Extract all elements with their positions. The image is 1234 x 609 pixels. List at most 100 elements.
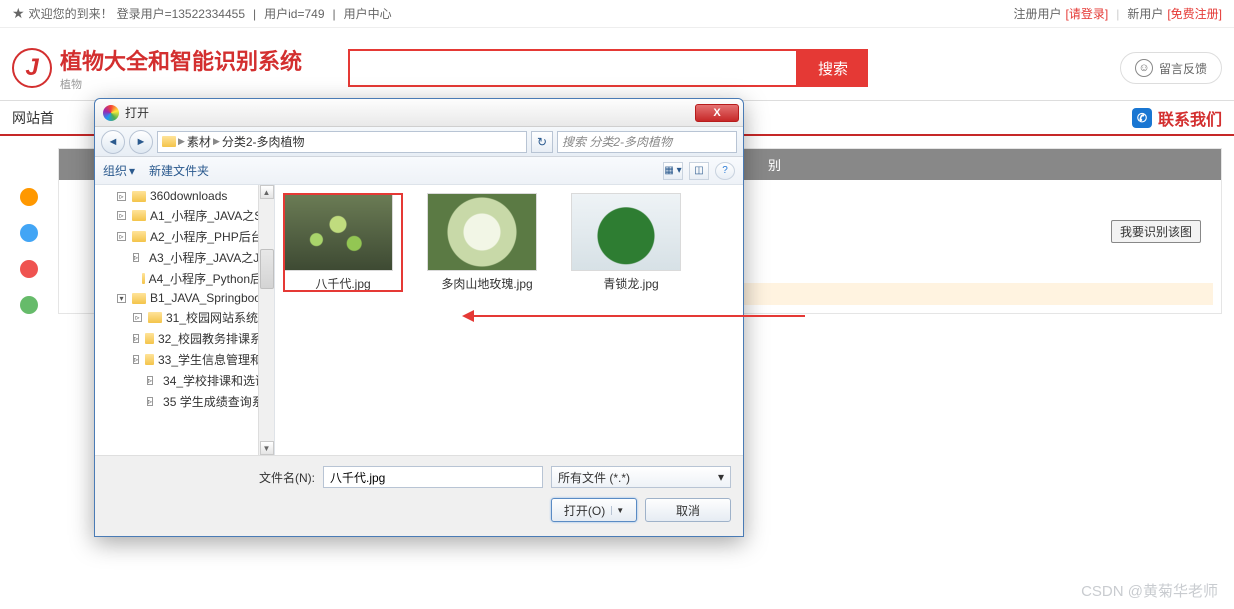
close-button[interactable]: X	[695, 104, 739, 122]
expand-toggle[interactable]: ▹	[133, 253, 139, 262]
headset-icon: ☺	[1135, 59, 1153, 77]
help-button[interactable]: ?	[715, 162, 735, 180]
tree-item[interactable]: ▹360downloads	[95, 187, 274, 205]
topbar-right: 注册用户 [请登录] | 新用户 [免费注册]	[1014, 5, 1223, 22]
topbar-left: ★ 欢迎您的到来！ 登录用户=13522334455 | 用户id=749 | …	[12, 5, 392, 22]
side-icon-3[interactable]	[20, 260, 38, 278]
open-button-label: 打开(O)	[564, 502, 605, 519]
thumbnail-image	[427, 193, 537, 271]
open-button[interactable]: 打开(O) ▼	[551, 498, 637, 522]
folder-icon	[132, 293, 146, 304]
tree-item-label: A1_小程序_JAVA之Spr	[150, 207, 273, 224]
thumbnail-label: 八千代.jpg	[283, 275, 403, 292]
separator: |	[1116, 7, 1119, 21]
back-button[interactable]: ◄	[101, 130, 125, 154]
preview-pane-button[interactable]: ◫	[689, 162, 709, 180]
tree-item-label: 31_校园网站系统	[166, 309, 258, 326]
registered-user-label: 注册用户	[1014, 5, 1062, 22]
expand-toggle[interactable]: ▹	[133, 334, 139, 343]
dialog-toolbar: 组织 ▾ 新建文件夹 ▦ ▾ ◫ ?	[95, 157, 743, 185]
star-icon: ★	[12, 5, 25, 22]
logo-text: 植物大全和智能识别系统 植物	[60, 44, 302, 92]
please-login-link[interactable]: [请登录]	[1066, 5, 1109, 22]
tree-scrollbar[interactable]: ▲ ▼	[258, 185, 274, 455]
file-thumbnail[interactable]: 八千代.jpg	[283, 193, 403, 292]
contact-us[interactable]: ✆ 联系我们	[1132, 106, 1222, 130]
feedback-button[interactable]: ☺ 留言反馈	[1120, 52, 1222, 84]
path-seg-2[interactable]: 分类2-多肉植物	[222, 133, 305, 150]
separator: |	[253, 7, 256, 21]
search-wrap: 搜索	[348, 49, 868, 87]
search-button[interactable]: 搜索	[798, 49, 868, 87]
tree-item[interactable]: ▹ A1_小程序_JAVA之Spr	[95, 205, 274, 226]
scroll-up[interactable]: ▲	[260, 185, 274, 199]
view-options-button[interactable]: ▦ ▾	[663, 162, 683, 180]
expand-toggle[interactable]: ▾	[117, 294, 126, 303]
expand-toggle[interactable]: ▹	[147, 397, 153, 406]
button-row: 打开(O) ▼ 取消	[107, 498, 731, 522]
annotation-arrow-line	[470, 315, 805, 317]
file-thumbnail[interactable]: 青锁龙.jpg	[571, 193, 691, 292]
breadcrumb[interactable]: ▶ 素材 ▶ 分类2-多肉植物	[157, 131, 527, 153]
folder-tree[interactable]: ▲ ▼ ▹360downloads▹A1_小程序_JAVA之Spr▹A2_小程序…	[95, 185, 275, 455]
side-icon-1[interactable]	[20, 188, 38, 206]
tree-item-label: A4_小程序_Python后台	[149, 270, 274, 287]
path-seg-1[interactable]: 素材	[187, 133, 211, 150]
folder-icon	[132, 191, 146, 202]
phone-icon: ✆	[1132, 108, 1152, 128]
recognize-button[interactable]: 我要识别该图	[1111, 220, 1201, 243]
logo-area: J 植物大全和智能识别系统 植物	[12, 44, 302, 92]
expand-toggle[interactable]: ▹	[133, 313, 142, 322]
chevron-right-icon: ▶	[213, 136, 220, 147]
file-filter-select[interactable]: 所有文件 (*.*) ▾	[551, 466, 731, 488]
nav-home[interactable]: 网站首	[12, 108, 54, 128]
expand-toggle[interactable]: ▹	[133, 355, 139, 364]
chevron-down-icon: ▼	[611, 506, 624, 515]
new-user-label: 新用户	[1127, 5, 1163, 22]
side-icons	[12, 148, 46, 314]
side-icon-4[interactable]	[20, 296, 38, 314]
feedback-label: 留言反馈	[1159, 60, 1207, 77]
scroll-thumb[interactable]	[260, 249, 274, 289]
file-thumbnail[interactable]: 多肉山地玫瑰.jpg	[427, 193, 547, 292]
refresh-button[interactable]: ↻	[531, 131, 553, 153]
new-folder-button[interactable]: 新建文件夹	[149, 162, 209, 179]
logo-icon: J	[12, 48, 52, 88]
user-center-link[interactable]: 用户中心	[344, 5, 392, 22]
side-icon-2[interactable]	[20, 224, 38, 242]
dialog-footer: 文件名(N): 所有文件 (*.*) ▾ 打开(O) ▼ 取消	[95, 455, 743, 536]
folder-search-input[interactable]: 搜索 分类2-多肉植物	[557, 131, 737, 153]
tree-item[interactable]: A4_小程序_Python后台	[95, 268, 274, 289]
scroll-down[interactable]: ▼	[260, 441, 274, 455]
tree-item[interactable]: ▹ 32_校园教务排课系统	[95, 328, 274, 349]
search-input[interactable]	[348, 49, 798, 87]
tree-item[interactable]: ▹ 31_校园网站系统	[95, 307, 274, 328]
tree-item[interactable]: ▹34_学校排课和选课系	[95, 370, 274, 391]
dialog-titlebar[interactable]: 打开 X	[95, 99, 743, 127]
tree-item-label: B1_JAVA_Springboot	[150, 291, 264, 305]
organize-label: 组织	[103, 162, 127, 179]
file-open-dialog: 打开 X ◄ ► ▶ 素材 ▶ 分类2-多肉植物 ↻ 搜索 分类2-多肉植物 组…	[94, 98, 744, 537]
cancel-button[interactable]: 取消	[645, 498, 731, 522]
separator: |	[333, 7, 336, 21]
folder-icon	[132, 210, 146, 221]
file-thumbnails: 八千代.jpg 多肉山地玫瑰.jpg青锁龙.jpg	[275, 185, 743, 455]
expand-toggle[interactable]: ▹	[147, 376, 153, 385]
tree-item[interactable]: ▹A3_小程序_JAVA之JSP	[95, 247, 274, 268]
tree-item[interactable]: ▹33_学生信息管理和新	[95, 349, 274, 370]
expand-toggle[interactable]: ▹	[117, 232, 126, 241]
dialog-path-bar: ◄ ► ▶ 素材 ▶ 分类2-多肉植物 ↻ 搜索 分类2-多肉植物	[95, 127, 743, 157]
expand-toggle[interactable]: ▹	[117, 211, 126, 220]
login-user: 登录用户=13522334455	[117, 5, 245, 22]
tree-item[interactable]: ▹A2_小程序_PHP后台	[95, 226, 274, 247]
organize-menu[interactable]: 组织 ▾	[103, 162, 135, 179]
expand-toggle[interactable]: ▹	[117, 192, 126, 201]
tree-item-label: 32_校园教务排课系统	[158, 330, 274, 347]
filename-input[interactable]	[323, 466, 543, 488]
tree-item[interactable]: ▾ B1_JAVA_Springboot	[95, 289, 274, 307]
free-register-link[interactable]: [免费注册]	[1167, 5, 1222, 22]
tree-item[interactable]: ▹35 学生成绩查询系统	[95, 391, 274, 412]
app-icon	[103, 105, 119, 121]
folder-icon	[132, 231, 146, 242]
forward-button[interactable]: ►	[129, 130, 153, 154]
